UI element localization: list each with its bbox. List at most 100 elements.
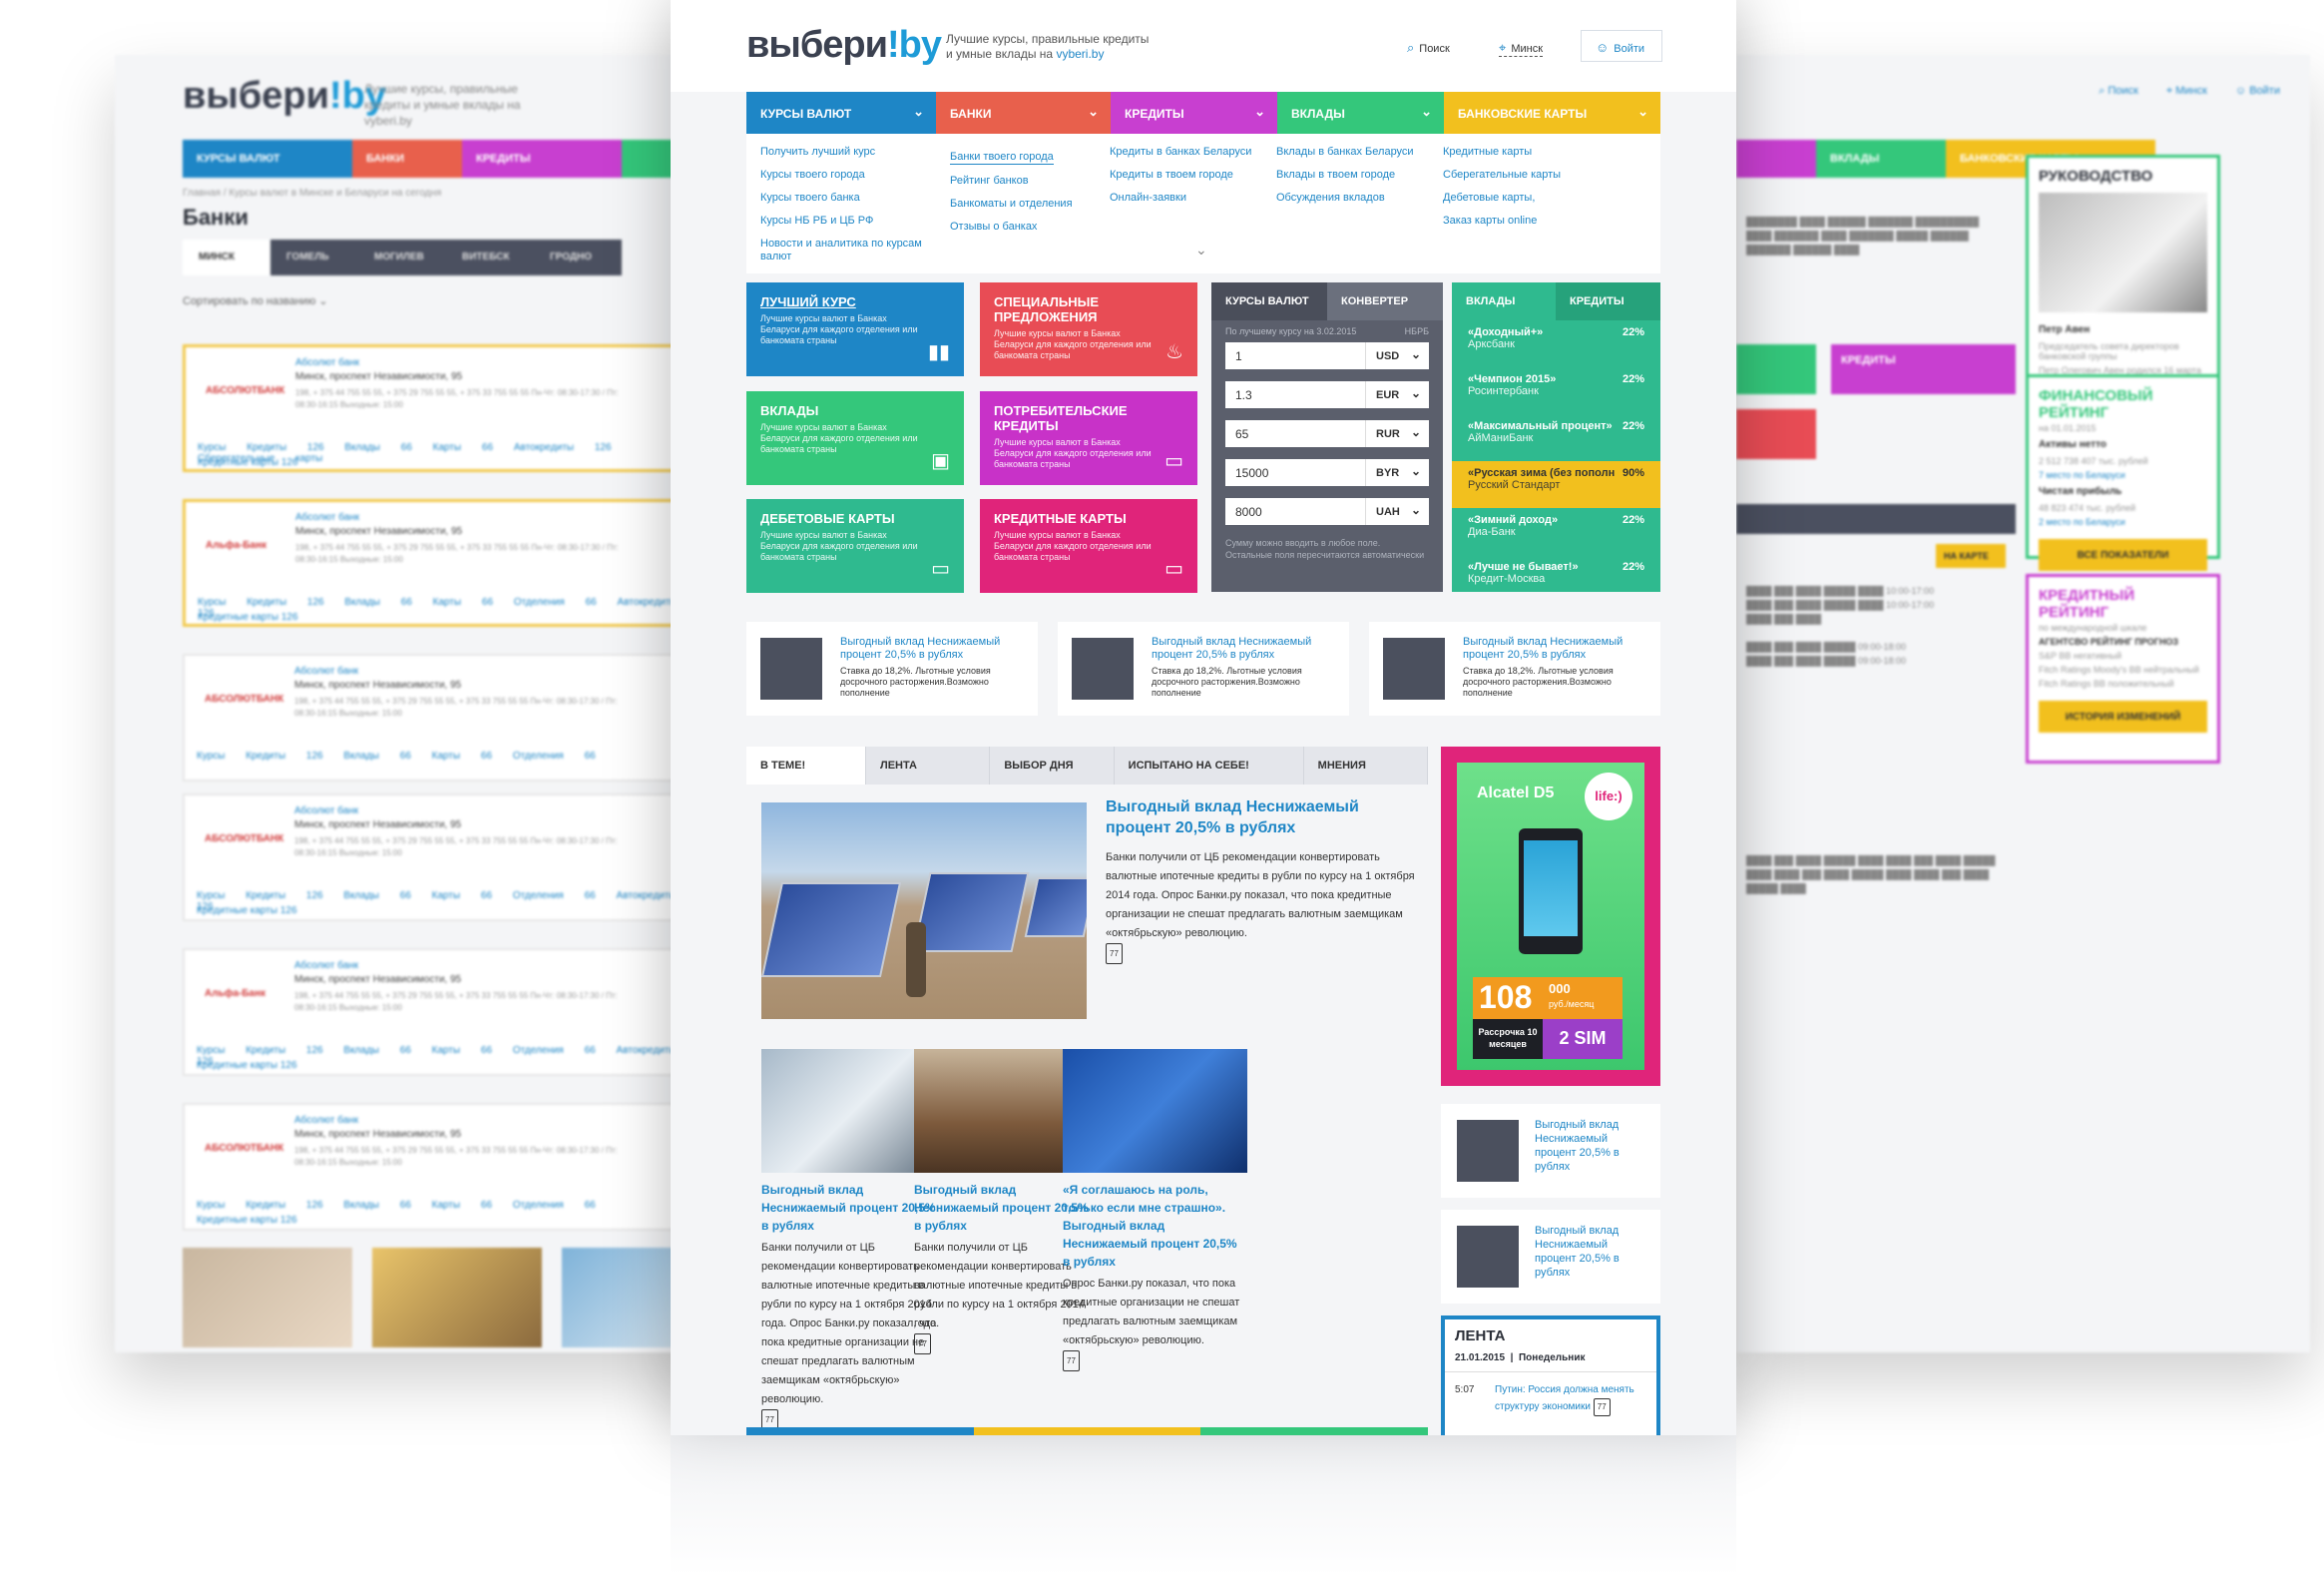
bank-name[interactable]: Абсолют банк bbox=[295, 357, 359, 368]
bank-name[interactable]: Абсолют банк bbox=[294, 805, 358, 816]
promo-news-card[interactable]: Выгодный вклад Неснижаемый процент 20,5%… bbox=[746, 622, 1038, 716]
all-indicators-button[interactable]: ВСЕ ПОКАЗАТЕЛИ bbox=[2039, 539, 2207, 571]
menu-link[interactable]: Рейтинг банков bbox=[950, 175, 1110, 188]
left-nav-credits[interactable]: КРЕДИТЫ bbox=[462, 140, 622, 178]
bank-card[interactable]: АБСОЛЮТБАНК Абсолют банк Минск, проспект… bbox=[183, 344, 682, 472]
news-title[interactable]: Выгодный вклад Неснижаемый процент 20,5%… bbox=[1152, 636, 1331, 662]
expand-menu-chevron-icon[interactable]: ⌄ bbox=[1195, 242, 1207, 259]
currency-select[interactable]: UAH ⌄ bbox=[1365, 498, 1429, 525]
bank-card[interactable]: Альфа-Банк Абсолют банк Минск, проспект … bbox=[183, 948, 682, 1076]
amount-input[interactable]: 65 bbox=[1225, 420, 1365, 447]
menu-link[interactable]: Кредиты в твоем городе bbox=[1110, 169, 1269, 182]
tab-tested[interactable]: ИСПЫТАНО НА СЕБЕ! bbox=[1115, 747, 1304, 785]
nav-deposits[interactable]: ВКЛАДЫ ⌄ bbox=[1277, 92, 1444, 134]
bank-card[interactable]: АБСОЛЮТБАНК Абсолют банк Минск, проспект… bbox=[183, 1103, 682, 1231]
right-tile-green[interactable] bbox=[1736, 344, 1816, 394]
deposit-row[interactable]: «Максимальный процент» АйМаниБанк 22% bbox=[1452, 414, 1660, 461]
menu-link[interactable]: Получить лучший курс bbox=[760, 146, 930, 159]
login-button[interactable]: ☺ Войти bbox=[1581, 30, 1662, 62]
amount-input[interactable]: 1.3 bbox=[1225, 381, 1365, 408]
comment-icon[interactable]: 77 bbox=[914, 1333, 931, 1354]
right-nav-credits[interactable] bbox=[1736, 140, 1816, 178]
tab-converter[interactable]: КОНВЕРТЕР bbox=[1327, 282, 1443, 320]
bank-card[interactable]: АБСОЛЮТБАНК Абсолют банк Минск, проспект… bbox=[183, 793, 682, 921]
news-title[interactable]: Выгодный вклад Неснижаемый процент 20,5%… bbox=[1463, 636, 1642, 662]
ad-banner[interactable]: Alcatel D5 life:) 108 000 руб./месяц Расср… bbox=[1441, 747, 1660, 1086]
deposit-row[interactable]: «Доходный+» Арксбанк 22% bbox=[1452, 320, 1660, 367]
tab-in-topic[interactable]: В ТЕМЕ! bbox=[746, 747, 866, 785]
deposit-row[interactable]: «Лучше не бывает!» Кредит-Москва 22% bbox=[1452, 555, 1660, 592]
left-nav-banks[interactable]: БАНКИ bbox=[352, 140, 462, 178]
bank-links-extra[interactable]: Кредитные карты 126 bbox=[198, 457, 298, 468]
comment-icon[interactable]: 77 bbox=[1106, 943, 1123, 964]
right-search[interactable]: ⌕ Поиск bbox=[2098, 85, 2138, 98]
deposit-row-highlighted[interactable]: «Русская зима (без пополн Русский Стандар… bbox=[1452, 461, 1660, 508]
tab-deposits[interactable]: ВКЛАДЫ bbox=[1452, 282, 1556, 320]
menu-link[interactable]: Обсуждения вкладов bbox=[1276, 192, 1436, 205]
city-selector[interactable]: ⌖ Минск bbox=[1499, 40, 1544, 57]
bank-links-extra[interactable]: Кредитные карты 126 bbox=[197, 905, 297, 916]
tab-vitebsk[interactable]: ВИТЕБСК bbox=[446, 240, 534, 275]
photo-sunset[interactable] bbox=[372, 1248, 542, 1347]
nav-banks[interactable]: БАНКИ ⌄ bbox=[936, 92, 1111, 134]
menu-link[interactable]: Заказ карты online bbox=[1443, 215, 1642, 228]
bank-name[interactable]: Абсолют банк bbox=[294, 666, 358, 677]
person-name[interactable]: Петр Авен bbox=[2029, 320, 2217, 339]
bank-links[interactable]: Курсы Кредиты 126 Вклады 66 Карты 66 Отд… bbox=[197, 1200, 596, 1211]
solar-panels-photo[interactable] bbox=[761, 802, 1087, 1019]
bank-name[interactable]: Абсолют банк bbox=[294, 1115, 358, 1126]
menu-link[interactable]: Курсы твоего города bbox=[760, 169, 930, 182]
tab-mogilev[interactable]: МОГИЛЕВ bbox=[358, 240, 446, 275]
site-logo[interactable]: выбери!by bbox=[746, 24, 942, 67]
right-city[interactable]: ⌖ Минск bbox=[2166, 85, 2207, 98]
bank-links[interactable]: Курсы Кредиты 126 Вклады 66 Карты 66 Отд… bbox=[197, 751, 596, 762]
bank-card[interactable]: АБСОЛЮТБАНК Абсолют банк Минск, проспект… bbox=[183, 654, 682, 782]
menu-link[interactable]: Онлайн-заявки bbox=[1110, 192, 1269, 205]
menu-link[interactable]: Банкоматы и отделения bbox=[950, 198, 1110, 211]
nav-cards[interactable]: БАНКОВСКИЕ КАРТЫ ⌄ bbox=[1444, 92, 1660, 134]
tab-credits[interactable]: КРЕДИТЫ bbox=[1556, 282, 1660, 320]
history-button[interactable]: ИСТОРИЯ ИЗМЕНЕНИЙ bbox=[2039, 701, 2207, 733]
bank-links-extra[interactable]: Кредитные карты 126 bbox=[197, 1215, 297, 1226]
news-title[interactable]: Выгодный вклад Неснижаемый процент 20,5%… bbox=[1535, 1118, 1644, 1174]
left-nav-rates[interactable]: КУРСЫ ВАЛЮТ bbox=[183, 140, 352, 178]
tile-consumer-credits[interactable]: ПОТРЕБИТЕЛЬСКИЕ КРЕДИТЫ Лучшие курсы вал… bbox=[980, 391, 1197, 485]
right-nav-deposits[interactable]: ВКЛАДЫ bbox=[1816, 140, 1946, 178]
currency-select[interactable]: BYR ⌄ bbox=[1365, 459, 1429, 486]
article-photo-portrait[interactable] bbox=[1063, 1049, 1247, 1173]
menu-link[interactable]: Курсы твоего банка bbox=[760, 192, 930, 205]
rates-note-source[interactable]: НБРБ bbox=[1405, 326, 1429, 336]
menu-link[interactable]: Кредиты в банках Беларуси bbox=[1110, 146, 1269, 159]
tab-minsk[interactable]: МИНСК bbox=[183, 240, 270, 275]
menu-link[interactable]: Вклады в твоем городе bbox=[1276, 169, 1436, 182]
search-link[interactable]: ⌕ Поиск bbox=[1407, 40, 1450, 56]
comment-icon[interactable]: 77 bbox=[1593, 1398, 1611, 1416]
news-title[interactable]: Выгодный вклад Неснижаемый процент 20,5%… bbox=[840, 636, 1020, 662]
promo-news-card[interactable]: Выгодный вклад Неснижаемый процент 20,5%… bbox=[1058, 622, 1349, 716]
amount-input[interactable]: 8000 bbox=[1225, 498, 1365, 525]
right-login[interactable]: ☺ Войти bbox=[2235, 85, 2280, 98]
currency-select[interactable]: USD ⌄ bbox=[1365, 342, 1429, 369]
tab-grodno[interactable]: ГРОДНО bbox=[534, 240, 622, 275]
menu-link[interactable]: Дебетовые карты, bbox=[1443, 192, 1642, 205]
bank-links-extra[interactable]: Кредитные карты 126 bbox=[197, 1060, 297, 1071]
nav-rates[interactable]: КУРСЫ ВАЛЮТ ⌄ bbox=[746, 92, 936, 134]
menu-link[interactable]: Курсы НБ РБ и ЦБ РФ bbox=[760, 215, 930, 228]
bank-card[interactable]: Альфа-Банк Абсолют банк Минск, проспект … bbox=[183, 499, 682, 627]
tab-pick-of-day[interactable]: ВЫБОР ДНЯ bbox=[990, 747, 1115, 785]
tab-rates[interactable]: КУРСЫ ВАЛЮТ bbox=[1211, 282, 1327, 320]
bank-name[interactable]: Абсолют банк bbox=[294, 960, 358, 971]
tagline-link[interactable]: vyberi.by bbox=[1056, 47, 1104, 61]
right-dark-tabs[interactable] bbox=[1736, 504, 2016, 534]
main-article-title[interactable]: Выгодный вклад Неснижаемый процент 20,5%… bbox=[1106, 796, 1405, 838]
tab-gomel[interactable]: ГОМЕЛЬ bbox=[270, 240, 358, 275]
side-news-card[interactable]: Выгодный вклад Неснижаемый процент 20,5%… bbox=[1441, 1210, 1660, 1304]
photo-women[interactable] bbox=[183, 1248, 352, 1347]
deposit-row[interactable]: «Чемпион 2015» Росинтербанк 22% bbox=[1452, 367, 1660, 414]
amount-input[interactable]: 1 bbox=[1225, 342, 1365, 369]
right-tile-credits[interactable]: КРЕДИТЫ bbox=[1831, 344, 2016, 394]
tab-feed[interactable]: ЛЕНТА bbox=[866, 747, 991, 785]
nav-credits[interactable]: КРЕДИТЫ ⌄ bbox=[1111, 92, 1277, 134]
sort-dropdown[interactable]: Сортировать по названию ⌄ bbox=[183, 294, 328, 307]
feed-item[interactable]: 5:07 Путин: Россия должна менять структур… bbox=[1445, 1372, 1656, 1426]
